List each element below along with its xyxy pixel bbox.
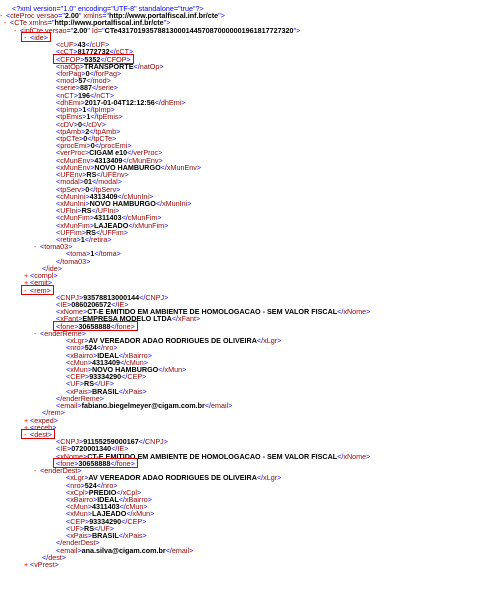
tag-name-xMunIni: xMunIni	[162, 198, 188, 208]
tag-bracket: >	[116, 126, 121, 136]
highlight-box	[21, 32, 51, 42]
highlight-box	[21, 429, 55, 439]
tag-name-CEP: CEP	[127, 372, 143, 382]
tag-bracket: >	[86, 256, 91, 266]
tag-bracket: >	[187, 198, 192, 208]
tag-bracket: >	[142, 516, 147, 526]
tag-name-toma: toma	[100, 249, 117, 259]
tag-bracket: >	[124, 170, 129, 180]
tag-name-xMunEnv: xMunEnv	[166, 162, 197, 172]
xml-line: + <vPrest>	[24, 560, 59, 569]
tag-bracket: >	[113, 83, 118, 93]
tag-bracket: >	[142, 386, 147, 396]
tag-bracket: >	[159, 61, 164, 71]
tag-bracket: >	[228, 401, 233, 411]
highlight-box	[53, 458, 138, 468]
tag-bracket: >	[61, 552, 66, 562]
xml-tree-view: <?xml version="1.0" encoding="UTF-8" sta…	[0, 0, 491, 599]
tag-bracket: >	[366, 451, 371, 461]
highlight-box	[53, 321, 138, 331]
tag-name-xMun: xMun	[164, 365, 183, 374]
tag-name-xLgr: xLgr	[263, 473, 278, 483]
tag-bracket: >	[277, 336, 282, 346]
tag-bracket: >	[116, 249, 121, 259]
tag-bracket: >	[54, 559, 59, 569]
tag-bracket: >	[164, 220, 169, 230]
highlight-box	[53, 54, 134, 64]
tag-name-xFant: xFant	[178, 314, 197, 324]
tag-bracket: >	[147, 494, 152, 504]
tag-name-CEP: CEP	[127, 516, 143, 526]
highlight-box	[21, 285, 54, 295]
tag-bracket: >	[189, 545, 194, 555]
tag-bracket: >	[116, 68, 122, 78]
tag-bracket: >	[181, 97, 186, 107]
attr-value: CTe4317019357881300014457087000000196181…	[104, 25, 294, 35]
tag-name-xNome: xNome	[343, 307, 367, 317]
tag-bracket: >	[296, 25, 301, 35]
tag-bracket: >	[142, 372, 147, 382]
tag-bracket: >	[142, 531, 147, 541]
tag-bracket: >	[57, 263, 62, 273]
tag-bracket: >	[182, 365, 187, 374]
xml-line: - <infCte versao="2.00" Id="CTe4317019357…	[14, 26, 300, 35]
tag-bracket: >	[196, 314, 201, 324]
tag-name-email: email	[211, 401, 229, 411]
tag-name-dhEmi: dhEmi	[160, 97, 182, 107]
tag-bracket: >	[107, 235, 112, 245]
tag-bracket: >	[366, 307, 371, 317]
element-value: fabiano.biegelmeyer@cigam.com.br	[81, 401, 205, 411]
tag-name-vPrest: vPrest	[34, 559, 55, 569]
attr-quote: ="	[97, 25, 105, 35]
tag-bracket: >	[150, 509, 155, 519]
tag-name-natOp: natOp	[139, 61, 160, 71]
tag-name-xMunFim: xMunFim	[134, 220, 165, 230]
tag-name-xLgr: xLgr	[263, 336, 278, 346]
xml-line: <email>ana.silva@cigam.com.br</email>	[56, 546, 193, 555]
tag-name-toma03: toma03	[44, 242, 69, 252]
tag-bracket: >	[196, 162, 202, 172]
tag-bracket: >	[60, 408, 65, 418]
tag-name-xPais: xPais	[124, 386, 143, 396]
tag-name-xNome: xNome	[343, 451, 367, 461]
tag-bracket: >	[53, 271, 58, 281]
tag-bracket: >	[277, 473, 282, 483]
tag-bracket: >	[123, 227, 128, 237]
element-value: ana.silva@cigam.com.br	[81, 545, 166, 555]
tag-name-toma03: toma03	[62, 256, 87, 266]
xml-line: <email>fabiano.biegelmeyer@cigam.com.br<…	[56, 401, 232, 410]
tag-name-CNPJ: CNPJ	[144, 437, 164, 447]
tag-name-email: email	[171, 545, 190, 555]
tag-bracket: >	[147, 350, 152, 360]
tag-bracket: >	[220, 11, 225, 21]
attr-quote: "	[87, 25, 90, 35]
tag-name-retira: retira	[91, 235, 108, 245]
tag-bracket: >	[163, 437, 168, 447]
tag-bracket: >	[118, 112, 123, 122]
attr-value: 2.00	[73, 25, 88, 35]
tag-name-xPais: xPais	[124, 531, 143, 541]
tag-bracket: >	[164, 292, 169, 302]
tag-name-CNPJ: CNPJ	[145, 292, 165, 302]
